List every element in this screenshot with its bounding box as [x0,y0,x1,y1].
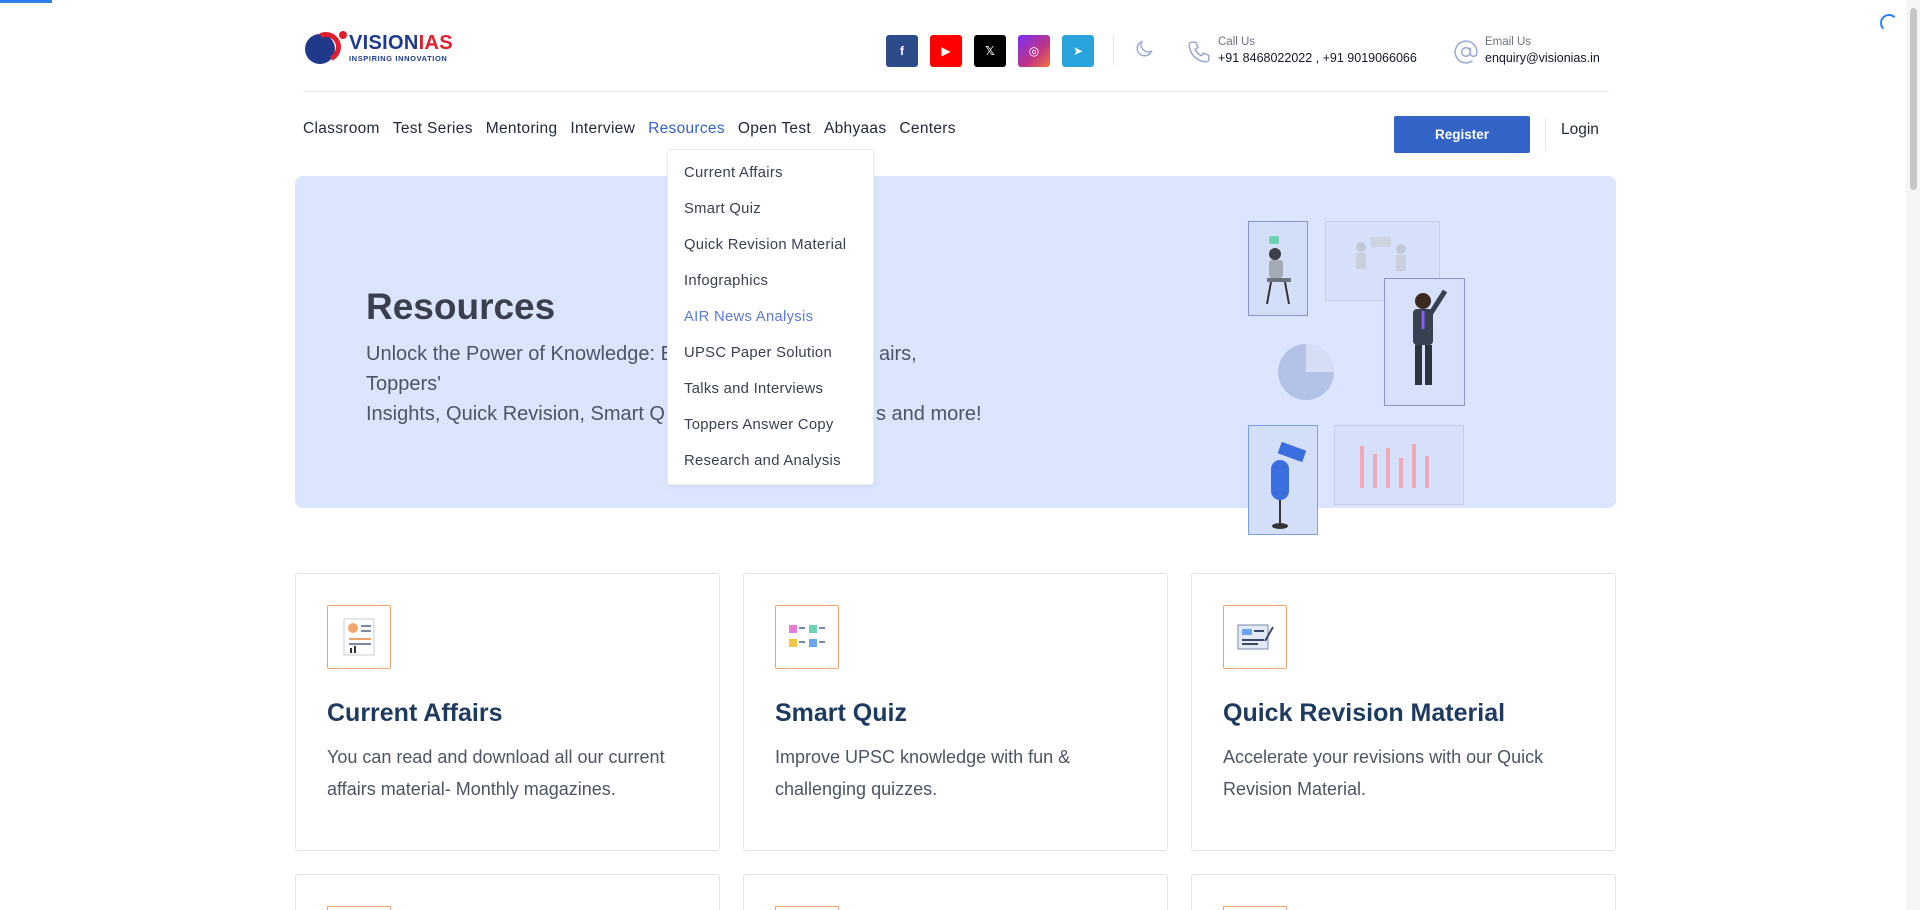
call-us-block[interactable]: Call Us +91 8468022022 , +91 9019066066 [1186,35,1417,67]
header-divider [1113,35,1114,65]
card-icon-partial [775,906,839,910]
facebook-icon[interactable]: f [886,35,918,67]
site-header: VISIONIAS INSPIRING INNOVATION f ▶ 𝕏 ◎ ➤… [303,0,1609,92]
pie-chart-illustration [1275,341,1337,403]
resource-card-peek[interactable] [743,874,1168,910]
nav-item-classroom[interactable]: Classroom [303,120,380,138]
nav-item-interview[interactable]: Interview [570,120,635,138]
dropdown-item-upsc-paper-solution[interactable]: UPSC Paper Solution [684,345,832,361]
nav-item-open-test[interactable]: Open Test [738,120,811,138]
register-button[interactable]: Register [1394,116,1530,153]
nav-divider [1545,118,1546,150]
presenter-illustration [1384,278,1465,406]
logo-name: VISIONIAS [349,32,453,54]
email-us-label: Email Us [1485,36,1532,48]
card-description: Accelerate your revisions with our Quick… [1223,747,1544,799]
social-links: f ▶ 𝕏 ◎ ➤ [886,35,1094,67]
notes-icon [1223,605,1287,669]
card-title: Smart Quiz [775,699,907,727]
at-sign-icon [1454,40,1478,64]
call-us-numbers[interactable]: +91 8468022022 , +91 9019066066 [1218,49,1417,67]
card-icon-partial [327,906,391,910]
nav-item-abhyaas[interactable]: Abhyaas [824,120,886,138]
nav-item-mentoring[interactable]: Mentoring [486,120,558,138]
page-scrollbar[interactable] [1906,0,1920,910]
microphone-illustration [1248,425,1318,535]
hero-illustration [1248,221,1478,541]
resource-card-peek[interactable] [1191,874,1616,910]
page-load-progress [0,0,52,3]
logo-mark-icon [303,27,347,67]
phone-icon [1188,41,1210,63]
student-illustration [1248,221,1308,316]
loading-spinner-icon [1880,14,1898,32]
dropdown-item-quick-revision-material[interactable]: Quick Revision Material [684,237,846,253]
dropdown-item-current-affairs[interactable]: Current Affairs [684,165,783,181]
resource-card-peek[interactable] [295,874,720,910]
dropdown-item-smart-quiz[interactable]: Smart Quiz [684,201,761,217]
scrollbar-thumb[interactable] [1910,8,1917,190]
hero-banner: Resources Unlock the Power of Knowledge:… [295,176,1616,535]
quiz-icon [775,605,839,669]
dropdown-item-talks-and-interviews[interactable]: Talks and Interviews [684,381,823,397]
email-us-block[interactable]: Email Us enquiry@visionias.in [1453,35,1600,67]
dropdown-item-toppers-answer-copy[interactable]: Toppers Answer Copy [684,417,834,433]
resource-card-current-affairs[interactable]: Current Affairs You can read and downloa… [295,573,720,851]
dropdown-item-air-news-analysis[interactable]: AIR News Analysis [684,309,813,325]
dropdown-item-research-and-analysis[interactable]: Research and Analysis [684,453,841,469]
card-description: You can read and download all our curren… [327,747,665,799]
card-title: Current Affairs [327,699,503,727]
card-description: Improve UPSC knowledge with fun & challe… [775,747,1071,799]
youtube-icon[interactable]: ▶ [930,35,962,67]
instagram-icon[interactable]: ◎ [1018,35,1050,67]
card-title: Quick Revision Material [1223,699,1506,727]
site-logo[interactable]: VISIONIAS INSPIRING INNOVATION [303,27,453,67]
nav-item-centers[interactable]: Centers [899,120,955,138]
page-title: Resources [366,286,556,327]
call-us-label: Call Us [1218,36,1256,48]
resources-dropdown-menu: Current Affairs Smart Quiz Quick Revisio… [667,149,874,485]
dropdown-item-infographics[interactable]: Infographics [684,273,768,289]
resource-card-quick-revision-material[interactable]: Quick Revision Material Accelerate your … [1191,573,1616,851]
email-us-address[interactable]: enquiry@visionias.in [1485,49,1600,67]
document-icon [327,605,391,669]
logo-tagline: INSPIRING INNOVATION [349,54,448,63]
x-twitter-icon[interactable]: 𝕏 [974,35,1006,67]
telegram-icon[interactable]: ➤ [1062,35,1094,67]
card-icon-partial [1223,906,1287,910]
login-button[interactable]: Login [1561,121,1599,139]
nav-item-test-series[interactable]: Test Series [393,120,473,138]
dark-mode-moon-icon[interactable] [1133,38,1155,60]
resource-card-smart-quiz[interactable]: Smart Quiz Improve UPSC knowledge with f… [743,573,1168,851]
nav-item-resources[interactable]: Resources [648,120,725,138]
bar-chart-illustration [1334,425,1464,505]
